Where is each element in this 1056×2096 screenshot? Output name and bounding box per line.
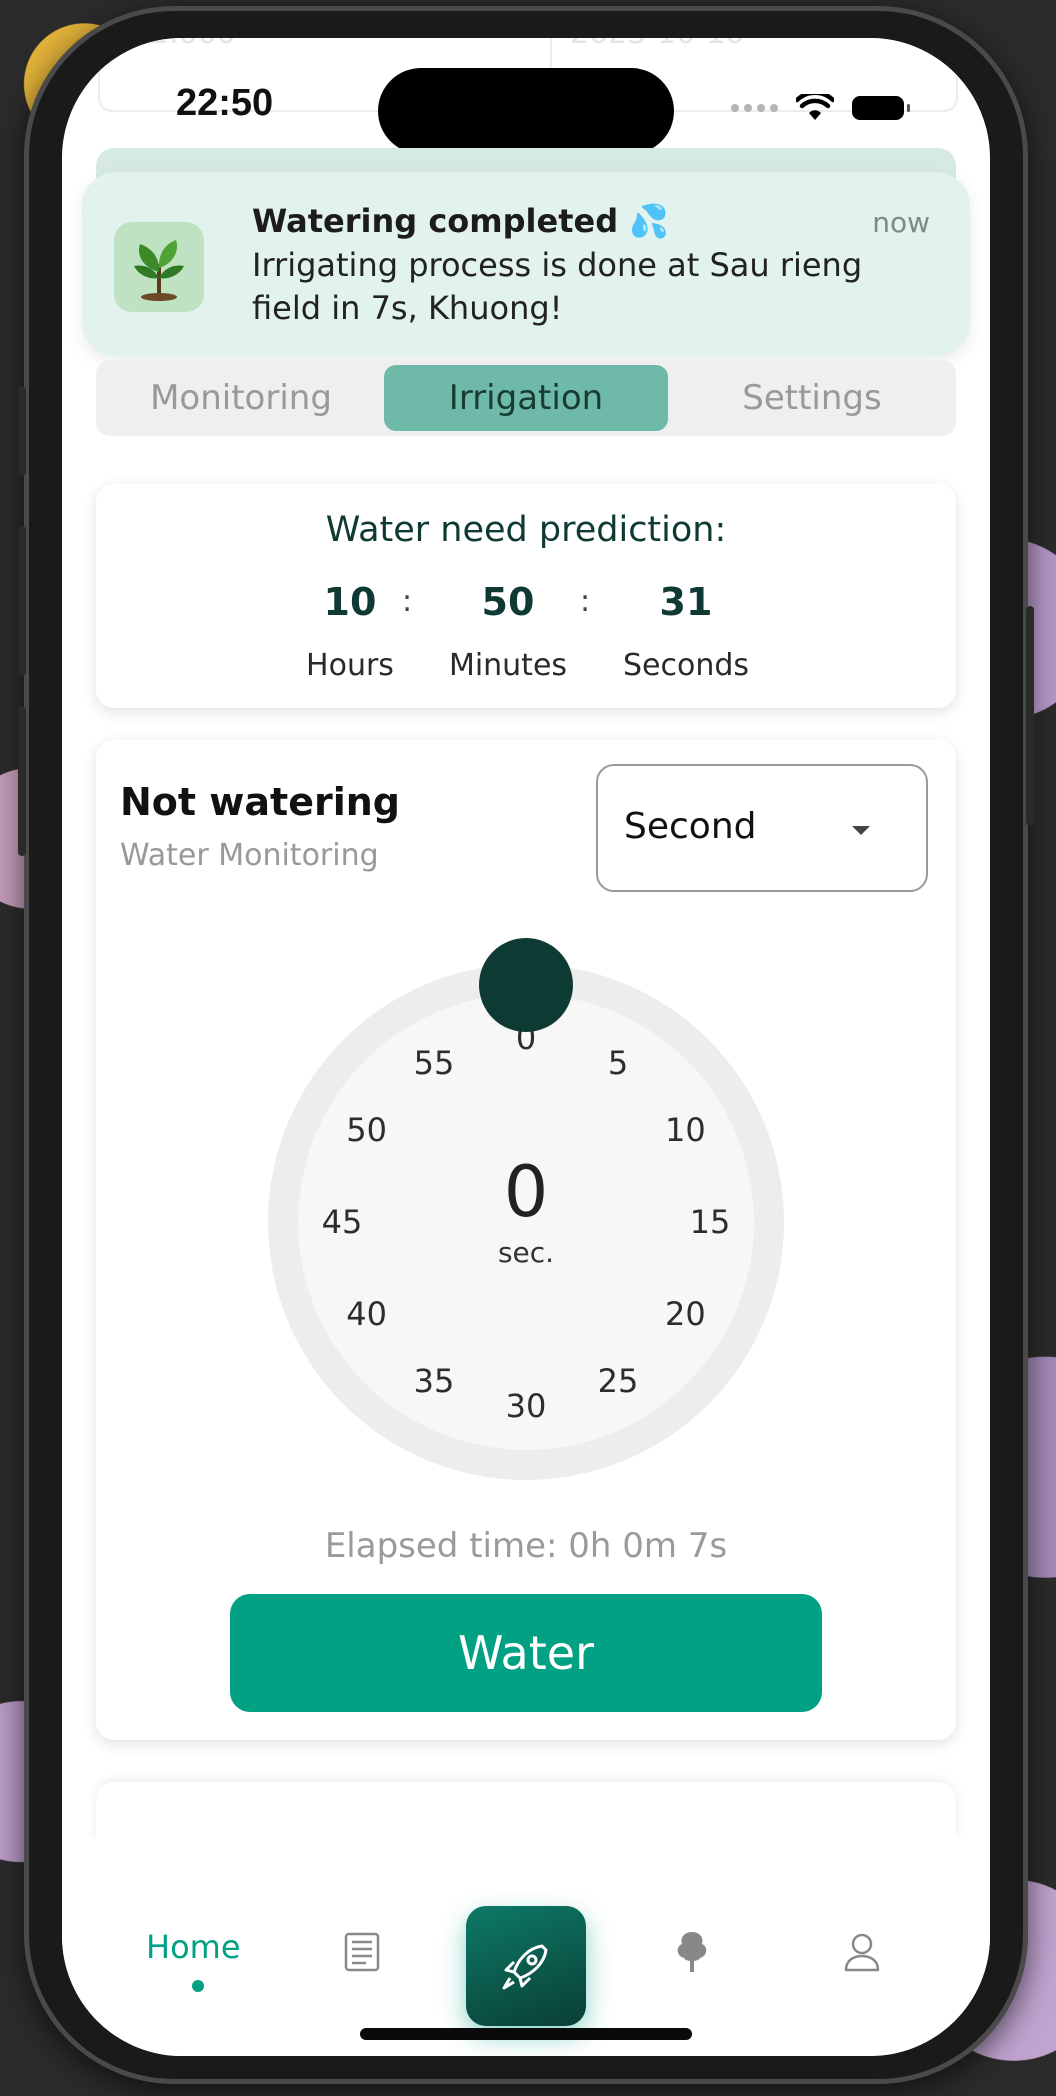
dial-tick: 30 [505,1387,547,1425]
nav-home[interactable]: Home [146,1928,241,1966]
prediction-title: Water need prediction: [325,510,727,550]
notification-body: Irrigating process is done at Sau rieng … [252,246,863,327]
dial-tick: 10 [664,1111,706,1149]
prediction-card: Water need prediction: 10 : 50 : 31 Hour… [96,484,956,708]
dial-tick: 45 [321,1203,363,1241]
seedling-icon [114,222,204,312]
status-time: 22:50 [176,82,274,124]
dial-tick: 55 [413,1043,455,1082]
tab-settings[interactable]: Settings [668,360,956,436]
tab-irrigation[interactable]: Irrigation [384,365,668,431]
prediction-seconds: 31 [659,580,713,624]
volume-up-button [18,526,26,676]
dial-unit: sec. [497,1236,555,1269]
notification-time: now [872,206,930,239]
dial-tick: 35 [413,1362,455,1401]
signal-icon [731,104,778,112]
watering-card: Not watering Water Monitoring Second 051… [96,740,956,1740]
rocket-button[interactable] [466,1906,586,2026]
battery-icon [852,96,910,120]
bottom-nav: Home [62,1838,990,2056]
seconds-label: Seconds [622,648,750,683]
dial-tick: 5 [607,1043,629,1082]
segment-tabs: Monitoring Irrigation Settings [96,360,956,436]
elapsed-time: Elapsed time: 0h 0m 7s [324,1526,728,1566]
minutes-label: Minutes [448,648,568,683]
unit-select[interactable]: Second [596,764,928,892]
dial-value: 0 [503,1151,549,1233]
news-icon[interactable] [338,1928,386,1976]
rocket-icon [502,1944,548,1990]
watering-subtitle: Water Monitoring [120,838,379,873]
scrolled-card-left: 2.000 [150,38,236,51]
unit-select-value: Second [624,806,757,847]
person-icon[interactable] [838,1928,886,1976]
nav-active-indicator [192,1980,204,1992]
watering-status: Not watering [120,780,401,824]
app-screen: 2.000 2023-10-10 22:50 Watering comple [62,38,990,2056]
dial-tick: 40 [346,1295,387,1333]
prediction-hours: 10 [323,580,377,624]
power-button [1026,606,1034,826]
tree-icon[interactable] [668,1928,716,1976]
prediction-minutes: 50 [481,580,535,624]
side-button [18,386,26,476]
dial-tick: 15 [689,1203,731,1241]
dial-tick: 50 [346,1111,387,1149]
prediction-separator: : [580,584,591,619]
home-indicator [360,2028,692,2040]
dynamic-island [378,68,674,154]
scrolled-card-right: 2023-10-10 [570,38,744,51]
caret-down-icon [852,826,870,835]
water-button[interactable]: Water [230,1594,822,1712]
notification-title: Watering completed 💦 [252,202,670,240]
dial-tick: 20 [664,1295,706,1333]
tab-monitoring[interactable]: Monitoring [96,360,386,436]
dial-tick: 25 [597,1362,639,1401]
dial-handle[interactable] [479,938,573,1032]
status-icons [731,94,910,122]
wifi-icon [796,94,834,120]
prediction-separator: : [402,584,413,619]
notification-banner[interactable]: Watering completed 💦 now Irrigating proc… [82,172,970,356]
volume-down-button [18,706,26,856]
droplets-emoji: 💦 [629,202,670,240]
hours-label: Hours [306,648,394,683]
